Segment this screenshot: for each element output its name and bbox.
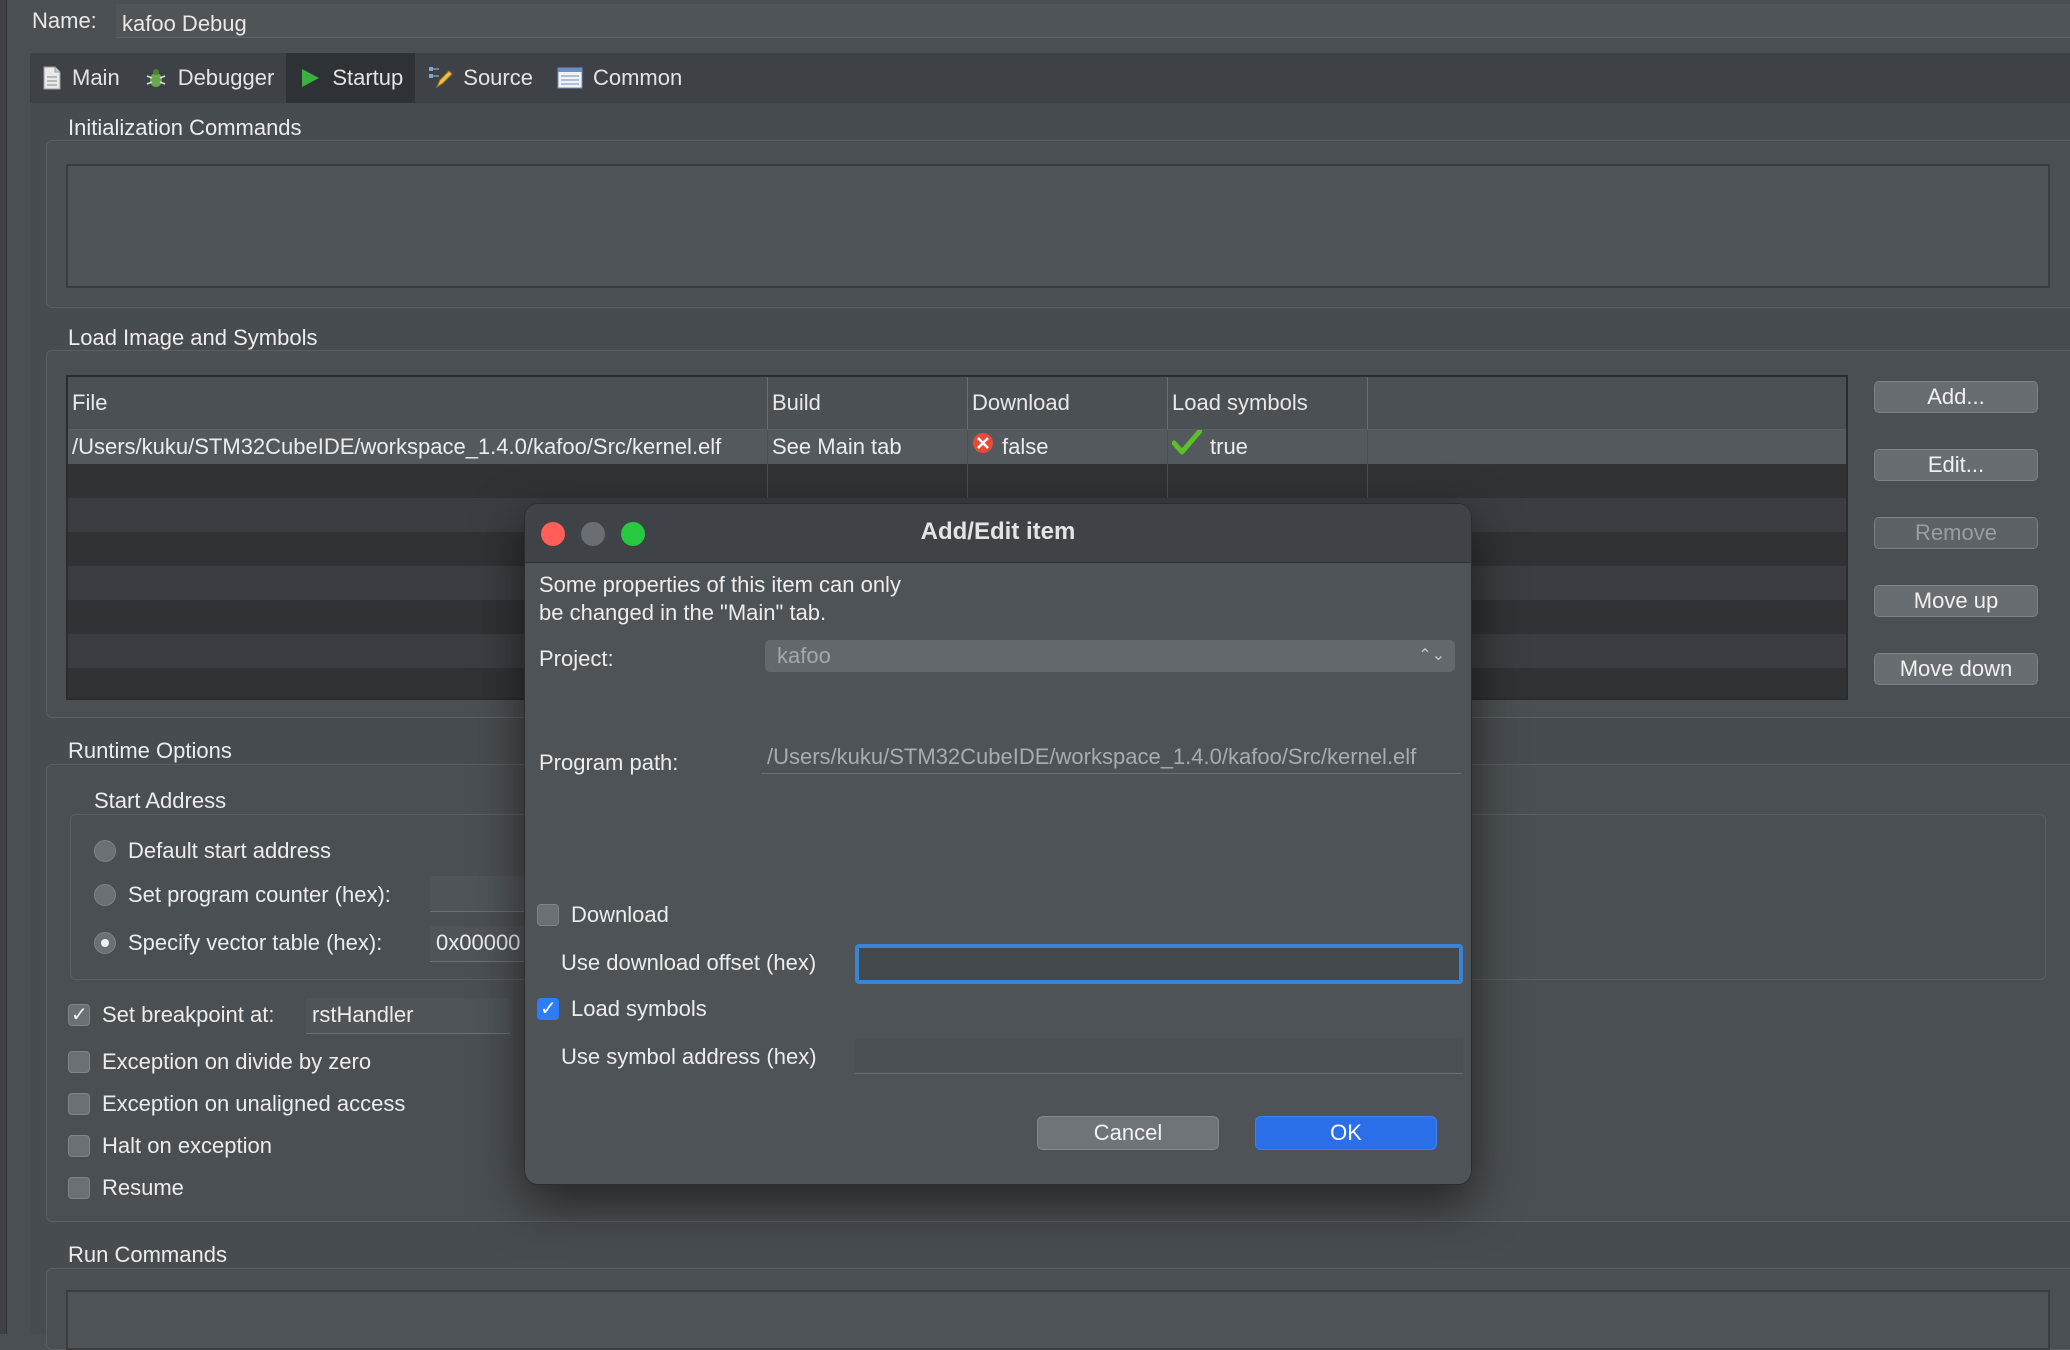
tab-common[interactable]: Common	[545, 53, 694, 103]
add-edit-dialog: Add/Edit item Some properties of this it…	[524, 503, 1472, 1185]
document-icon	[42, 66, 62, 90]
name-field[interactable]: kafoo Debug	[116, 4, 2070, 38]
unaligned-checkbox[interactable]	[68, 1093, 90, 1115]
project-select[interactable]: kafoo ⌃⌄	[765, 640, 1455, 672]
set-pc-radio[interactable]	[94, 884, 116, 906]
vector-table-label: Specify vector table (hex):	[128, 930, 383, 955]
default-start-address-radio[interactable]	[94, 840, 116, 862]
load-symbols-label: Load symbols	[571, 996, 707, 1021]
column-header-build[interactable]: Build	[768, 377, 968, 429]
cell-file: /Users/kuku/STM32CubeIDE/workspace_1.4.0…	[68, 430, 768, 464]
download-checkbox[interactable]	[537, 904, 559, 926]
run-commands-title: Run Commands	[68, 1242, 227, 1267]
dialog-info-line2: be changed in the "Main" tab.	[539, 600, 827, 625]
load-image-title: Load Image and Symbols	[68, 325, 318, 350]
load-symbols-option[interactable]: Load symbols	[537, 996, 707, 1022]
dialog-info-line1: Some properties of this item can only	[539, 572, 901, 597]
cell-download-value: false	[1002, 434, 1049, 459]
window-edge	[0, 0, 7, 1334]
edit-button[interactable]: Edit...	[1874, 449, 2038, 481]
cell-download: false	[968, 430, 1168, 464]
default-start-address-option[interactable]: Default start address	[94, 838, 331, 864]
download-label: Download	[571, 902, 669, 927]
ok-button[interactable]: OK	[1255, 1116, 1437, 1150]
cell-build: See Main tab	[768, 430, 968, 464]
vector-table-option[interactable]: Specify vector table (hex):	[94, 930, 382, 956]
tab-main[interactable]: Main	[30, 53, 132, 103]
program-counter-input[interactable]	[430, 876, 530, 912]
run-commands-textarea[interactable]	[66, 1290, 2050, 1350]
tab-source[interactable]: Source	[415, 53, 545, 103]
div-zero-checkbox[interactable]	[68, 1051, 90, 1073]
vector-table-radio[interactable]	[94, 932, 116, 954]
download-offset-input[interactable]	[855, 944, 1463, 984]
unaligned-option[interactable]: Exception on unaligned access	[68, 1091, 405, 1117]
set-pc-label: Set program counter (hex):	[128, 882, 391, 907]
halt-checkbox[interactable]	[68, 1135, 90, 1157]
dialog-title: Add/Edit item	[920, 518, 1076, 545]
div-zero-option[interactable]: Exception on divide by zero	[68, 1049, 371, 1075]
move-down-button[interactable]: Move down	[1874, 653, 2038, 685]
tab-startup[interactable]: Startup	[286, 53, 416, 103]
symbol-address-label: Use symbol address (hex)	[561, 1044, 817, 1069]
name-label: Name:	[32, 8, 97, 33]
table-row[interactable]: /Users/kuku/STM32CubeIDE/workspace_1.4.0…	[68, 430, 1846, 464]
add-button[interactable]: Add...	[1874, 381, 2038, 413]
default-start-address-label: Default start address	[128, 838, 331, 863]
set-breakpoint-option[interactable]: Set breakpoint at:	[68, 1002, 274, 1028]
program-path-field[interactable]: /Users/kuku/STM32CubeIDE/workspace_1.4.0…	[761, 740, 1461, 774]
checkmark-icon	[1171, 430, 1203, 464]
column-header-load-symbols[interactable]: Load symbols	[1168, 377, 1368, 429]
cell-load-symbols: true	[1168, 430, 1368, 464]
cell-load-symbols-value: true	[1210, 434, 1248, 459]
project-label: Project:	[539, 646, 614, 671]
set-breakpoint-label: Set breakpoint at:	[102, 1002, 275, 1027]
tab-source-label: Source	[463, 65, 533, 90]
resume-checkbox[interactable]	[68, 1177, 90, 1199]
download-offset-label: Use download offset (hex)	[561, 950, 817, 975]
tab-debugger-label: Debugger	[177, 65, 275, 90]
updown-chevron-icon: ⌃⌄	[1418, 647, 1445, 664]
load-symbols-checkbox[interactable]	[537, 996, 559, 1021]
tab-debugger[interactable]: Debugger	[132, 53, 287, 103]
move-up-button[interactable]: Move up	[1874, 585, 2038, 617]
init-commands-textarea[interactable]	[66, 164, 2050, 288]
set-pc-option[interactable]: Set program counter (hex):	[94, 882, 391, 908]
tab-main-label: Main	[72, 65, 120, 90]
remove-button[interactable]: Remove	[1874, 517, 2038, 549]
source-icon	[427, 65, 453, 91]
resume-option[interactable]: Resume	[68, 1175, 184, 1201]
column-header-file[interactable]: File	[68, 377, 768, 429]
cancel-button[interactable]: Cancel	[1037, 1116, 1219, 1150]
symbol-address-input[interactable]	[855, 1038, 1463, 1074]
unaligned-label: Exception on unaligned access	[102, 1091, 406, 1116]
list-icon	[557, 66, 583, 90]
tab-bar: Main Debugger Startup Source Common	[30, 53, 2070, 103]
table-row-empty	[68, 464, 1846, 498]
error-x-icon	[972, 430, 994, 464]
div-zero-label: Exception on divide by zero	[102, 1049, 372, 1074]
init-commands-title: Initialization Commands	[68, 115, 302, 140]
breakpoint-input[interactable]: rstHandler	[306, 998, 510, 1034]
vector-table-input[interactable]: 0x00000	[430, 926, 530, 962]
halt-label: Halt on exception	[102, 1133, 272, 1158]
set-breakpoint-checkbox[interactable]	[68, 1002, 90, 1027]
table-header: File Build Download Load symbols	[68, 377, 1846, 430]
start-address-title: Start Address	[94, 788, 227, 813]
resume-label: Resume	[102, 1175, 184, 1200]
bug-icon	[144, 66, 168, 90]
tab-startup-label: Startup	[332, 65, 404, 90]
column-header-download[interactable]: Download	[968, 377, 1168, 429]
project-select-value: kafoo	[777, 643, 831, 668]
halt-option[interactable]: Halt on exception	[68, 1133, 272, 1159]
tab-common-label: Common	[592, 65, 683, 90]
program-path-label: Program path:	[539, 750, 679, 775]
runtime-options-title: Runtime Options	[68, 738, 232, 763]
download-option[interactable]: Download	[537, 902, 669, 928]
play-icon	[298, 66, 322, 90]
